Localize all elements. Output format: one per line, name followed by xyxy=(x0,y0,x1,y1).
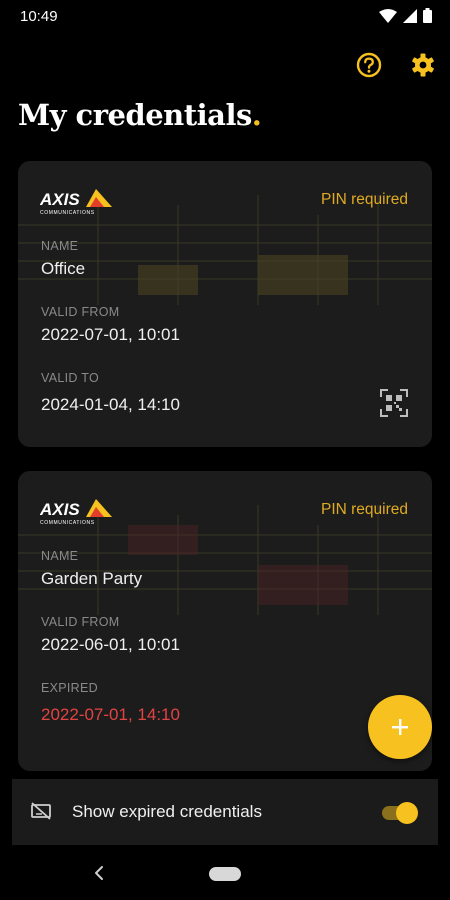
help-icon[interactable] xyxy=(354,50,384,80)
svg-text:COMMUNICATIONS: COMMUNICATIONS xyxy=(40,210,95,216)
svg-text:COMMUNICATIONS: COMMUNICATIONS xyxy=(40,520,95,526)
system-navigation-bar xyxy=(0,848,450,900)
name-label: NAME xyxy=(41,549,79,563)
show-expired-label: Show expired credentials xyxy=(72,802,262,821)
plus-icon xyxy=(392,719,408,735)
add-credential-button[interactable] xyxy=(368,695,432,759)
qr-code-icon[interactable] xyxy=(380,389,408,417)
expired-value: 2022-07-01, 14:10 xyxy=(41,705,180,724)
credential-card-office[interactable]: AXIS COMMUNICATIONS PIN required NAME Of… xyxy=(18,161,432,447)
show-expired-toggle[interactable] xyxy=(380,801,418,824)
home-pill[interactable] xyxy=(209,867,241,881)
battery-icon xyxy=(423,8,432,23)
name-label: NAME xyxy=(41,239,79,253)
valid-from-value: 2022-06-01, 10:01 xyxy=(41,635,180,654)
credential-name: Garden Party xyxy=(41,569,143,588)
pin-required-badge: PIN required xyxy=(320,191,408,208)
axis-logo: AXIS COMMUNICATIONS xyxy=(39,497,114,532)
svg-text:AXIS: AXIS xyxy=(40,500,80,519)
gear-icon[interactable] xyxy=(408,50,438,80)
system-icons xyxy=(379,8,432,23)
cell-signal-icon xyxy=(403,8,417,23)
status-bar: 10:49 xyxy=(0,0,450,34)
expired-credential-icon xyxy=(31,802,51,820)
page-title: My credentials. xyxy=(18,98,262,132)
valid-to-label: VALID TO xyxy=(41,371,99,385)
credential-name: Office xyxy=(41,259,86,278)
back-icon[interactable] xyxy=(92,863,106,883)
toggle-thumb xyxy=(396,802,418,824)
valid-from-label: VALID FROM xyxy=(41,615,120,629)
pin-required-badge: PIN required xyxy=(320,501,408,518)
axis-logo: AXIS COMMUNICATIONS xyxy=(39,187,114,222)
status-time: 10:49 xyxy=(20,8,58,25)
expired-label: EXPIRED xyxy=(41,681,98,695)
valid-from-value: 2022-07-01, 10:01 xyxy=(41,325,180,344)
valid-from-label: VALID FROM xyxy=(41,305,120,319)
wifi-icon xyxy=(379,8,397,23)
valid-to-value: 2024-01-04, 14:10 xyxy=(41,395,180,414)
show-expired-panel[interactable]: Show expired credentials xyxy=(12,779,438,845)
svg-text:AXIS: AXIS xyxy=(40,190,80,209)
